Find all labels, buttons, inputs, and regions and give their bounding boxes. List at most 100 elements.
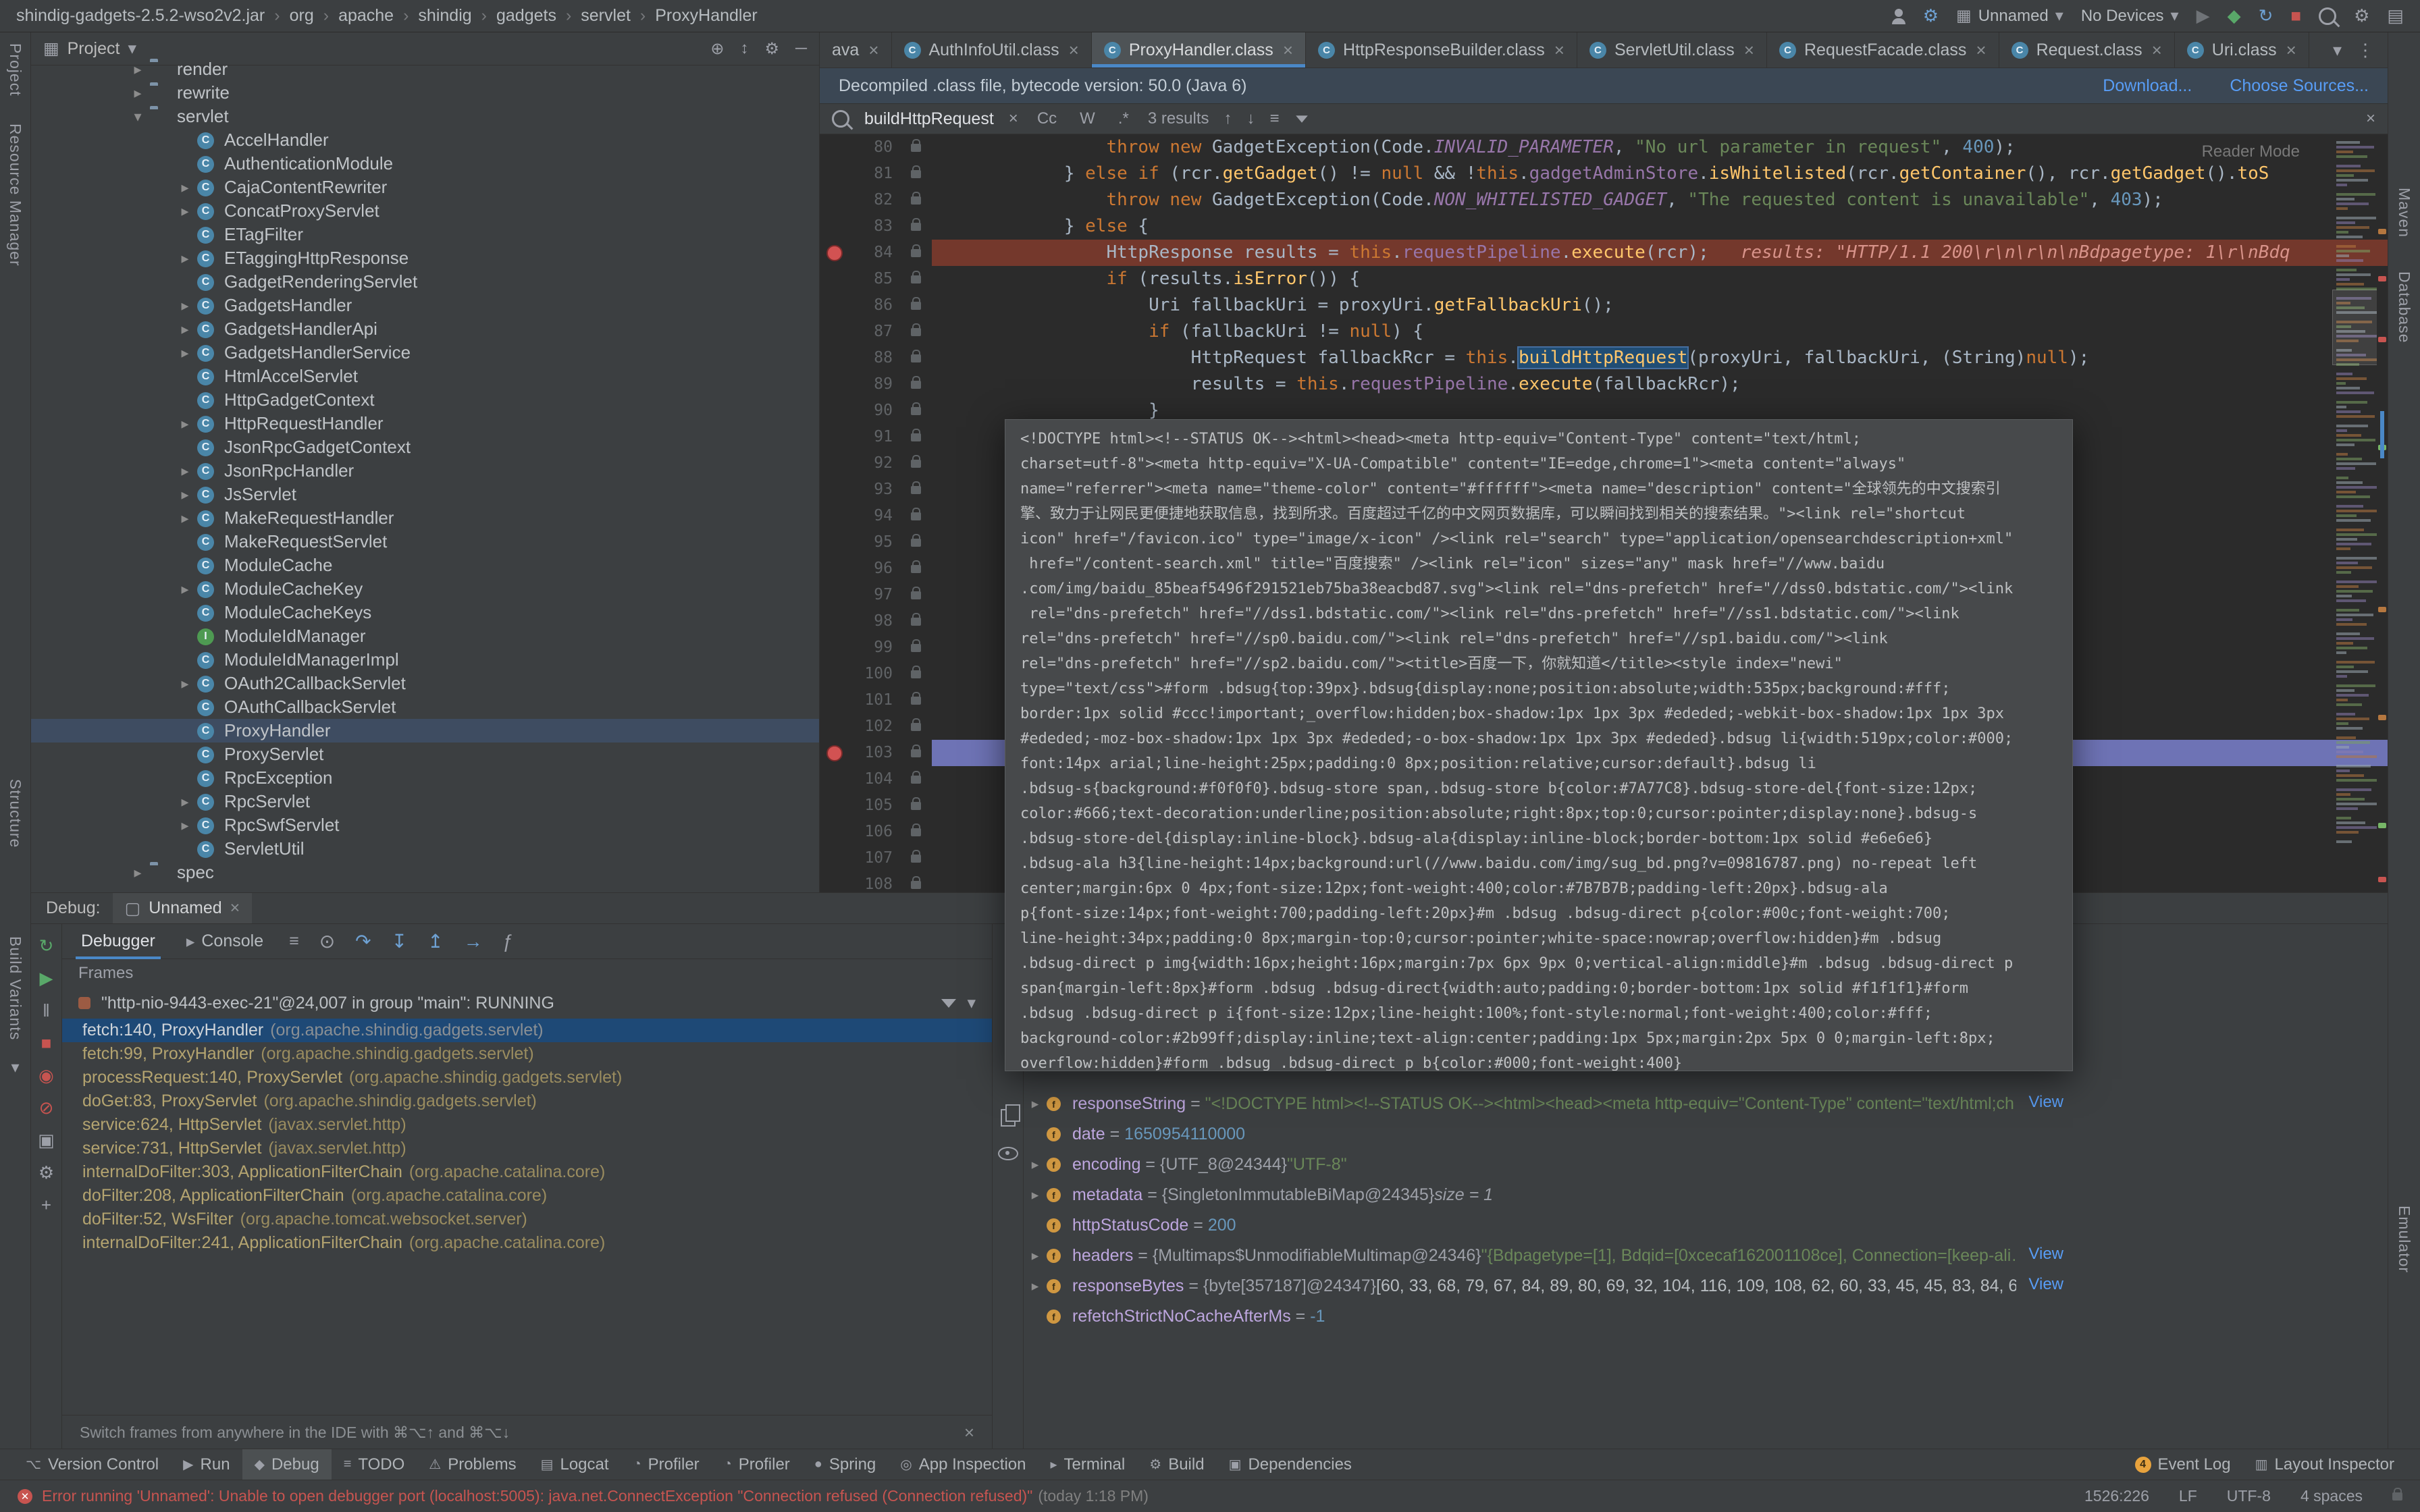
error-stripe-mark[interactable]	[2378, 229, 2386, 234]
tree-item[interactable]: ▸CJsServlet	[31, 483, 819, 506]
clear-search-icon[interactable]: ×	[1009, 109, 1018, 128]
tool-stripe-button[interactable]: Structure	[6, 779, 24, 848]
stack-frame[interactable]: service:731, HttpServlet(javax.servlet.h…	[62, 1137, 992, 1160]
breadcrumb-item[interactable]: shindig-gadgets-2.5.2-wso2v2.jar	[16, 6, 265, 26]
project-view-title[interactable]: Project	[68, 39, 120, 59]
close-tab-icon[interactable]: ×	[1283, 40, 1293, 61]
close-icon[interactable]: ×	[230, 898, 240, 918]
chevron-right-icon[interactable]: ▸	[173, 202, 197, 220]
close-hint-icon[interactable]: ×	[964, 1422, 974, 1443]
chevron-right-icon[interactable]: ▸	[126, 84, 150, 102]
step-over-icon[interactable]: ↷	[355, 930, 371, 952]
tree-item[interactable]: CHttpGadgetContext	[31, 388, 819, 412]
tree-item[interactable]: CRpcException	[31, 766, 819, 790]
mute-breakpoints-icon[interactable]: ⊘	[39, 1091, 54, 1124]
breadcrumb-item[interactable]: org	[290, 6, 314, 26]
chevron-right-icon[interactable]: ▸	[1024, 1156, 1047, 1173]
editor-tab[interactable]: CHttpResponseBuilder.class×	[1306, 32, 1577, 68]
chevron-right-icon[interactable]: ▸	[173, 793, 197, 811]
show-execution-point-icon[interactable]: ⊙	[319, 930, 335, 952]
tool-window-button-logcat[interactable]: ▤Logcat	[529, 1449, 621, 1480]
run-to-cursor-icon[interactable]: →	[464, 931, 483, 952]
chevron-right-icon[interactable]: ▸	[173, 580, 197, 598]
run-config-select[interactable]: ▦Unnamed▾	[1956, 6, 2063, 26]
variable-row[interactable]: ▸fheaders = {Multimaps$UnmodifiableMulti…	[1024, 1241, 2063, 1271]
layout-icon[interactable]: ▤	[2387, 5, 2404, 26]
error-stripe[interactable]	[2377, 134, 2388, 894]
chevron-right-icon[interactable]: ▸	[1024, 1278, 1047, 1295]
tool-stripe-button[interactable]: Maven	[2395, 188, 2413, 238]
device-select[interactable]: No Devices▾	[2081, 6, 2179, 26]
view-link[interactable]: View	[2016, 1275, 2063, 1294]
filter-icon[interactable]	[941, 999, 956, 1008]
view-link[interactable]: View	[2016, 1093, 2063, 1112]
breadcrumb-item[interactable]: servlet	[581, 6, 631, 26]
tree-item[interactable]: CModuleCache	[31, 554, 819, 577]
editor-tab[interactable]: ava×	[820, 32, 892, 68]
stack-frame[interactable]: doGet:83, ProxyServlet(org.apache.shindi…	[62, 1089, 992, 1113]
tool-stripe-button[interactable]: Database	[2395, 271, 2413, 343]
close-tab-icon[interactable]: ×	[1976, 40, 1986, 61]
error-stripe-mark[interactable]	[2378, 877, 2386, 882]
more-icon[interactable]: ⋮	[2357, 40, 2374, 61]
error-stripe-mark[interactable]	[2378, 607, 2386, 612]
tree-item[interactable]: ▸CRpcSwfServlet	[31, 813, 819, 837]
tree-item[interactable]: CHtmlAccelServlet	[31, 364, 819, 388]
next-occurrence-icon[interactable]: ↓	[1247, 109, 1255, 128]
debug-tab-debugger[interactable]: Debugger	[76, 924, 161, 959]
code-line[interactable]: 83 } else {	[820, 213, 2388, 240]
variable-row[interactable]: fdate = 1650954110000	[1024, 1119, 2063, 1150]
tree-item[interactable]: ▸CHttpRequestHandler	[31, 412, 819, 435]
chevron-down-icon[interactable]: ▾	[128, 38, 136, 59]
stack-frame[interactable]: service:624, HttpServlet(javax.servlet.h…	[62, 1113, 992, 1137]
breadcrumb-item[interactable]: gadgets	[496, 6, 556, 26]
tree-item[interactable]: COAuthCallbackServlet	[31, 695, 819, 719]
code-line[interactable]: 88 HttpRequest fallbackRcr = this.buildH…	[820, 345, 2388, 371]
stack-frame[interactable]: fetch:99, ProxyHandler(org.apache.shindi…	[62, 1042, 992, 1066]
tool-stripe-button[interactable]: Build Variants	[6, 936, 24, 1040]
stack-frame[interactable]: internalDoFilter:303, ApplicationFilterC…	[62, 1160, 992, 1184]
tool-window-button-dependencies[interactable]: ▣Dependencies	[1217, 1449, 1364, 1480]
breakpoint-icon[interactable]	[826, 245, 843, 261]
copy-icon[interactable]	[1001, 1109, 1016, 1127]
chevron-right-icon[interactable]: ▸	[173, 415, 197, 433]
tree-item[interactable]: CGadgetRenderingServlet	[31, 270, 819, 294]
caret-position[interactable]: 1526:226	[2084, 1487, 2149, 1505]
code-line[interactable]: 80 throw new GadgetException(Code.INVALI…	[820, 134, 2388, 161]
close-tab-icon[interactable]: ×	[2152, 40, 2162, 61]
stop-icon[interactable]: ■	[2290, 5, 2301, 26]
layout-settings-icon[interactable]: ≡	[289, 932, 299, 951]
close-tab-icon[interactable]: ×	[1554, 40, 1564, 61]
minimap-viewport[interactable]	[2332, 290, 2377, 365]
search-icon[interactable]	[2319, 7, 2336, 25]
stack-frame[interactable]: processRequest:140, ProxyServlet(org.apa…	[62, 1066, 992, 1089]
tree-item[interactable]: CJsonRpcGadgetContext	[31, 435, 819, 459]
tool-window-button-event-log[interactable]: 4Event Log	[2123, 1449, 2243, 1480]
variable-row[interactable]: ▸fresponseBytes = {byte[357187]@24347} […	[1024, 1271, 2063, 1301]
chevron-right-icon[interactable]: ▸	[173, 486, 197, 504]
run-icon[interactable]: ▶	[2197, 5, 2210, 26]
whole-words-toggle[interactable]: W	[1076, 109, 1099, 128]
user-icon[interactable]	[1892, 18, 1905, 24]
line-ending-indicator[interactable]: LF	[2179, 1487, 2197, 1505]
close-search-icon[interactable]: ×	[2366, 109, 2375, 128]
editor-tab[interactable]: CProxyHandler.class×	[1092, 32, 1306, 68]
tool-window-button-run[interactable]: ▶Run	[171, 1449, 242, 1480]
bookmarks-icon[interactable]: ▾	[11, 1058, 19, 1077]
chevron-right-icon[interactable]: ▸	[1024, 1247, 1047, 1264]
chevron-right-icon[interactable]: ▸	[173, 462, 197, 480]
tree-item[interactable]: ▸CJsonRpcHandler	[31, 459, 819, 483]
tool-window-button-debug[interactable]: ◆Debug	[242, 1449, 332, 1480]
breadcrumb-item[interactable]: ProxyHandler	[655, 6, 757, 26]
stack-frame[interactable]: doFilter:208, ApplicationFilterChain(org…	[62, 1184, 992, 1208]
tree-item[interactable]: ▸spec	[31, 861, 819, 884]
error-stripe-mark[interactable]	[2378, 337, 2386, 342]
tree-item[interactable]: CAccelHandler	[31, 128, 819, 152]
close-tab-icon[interactable]: ×	[1744, 40, 1754, 61]
lock-icon[interactable]	[2392, 1492, 2402, 1501]
status-error-message[interactable]: Error running 'Unnamed': Unable to open …	[42, 1487, 1032, 1505]
variable-row[interactable]: frefetchStrictNoCacheAfterMs = -1	[1024, 1301, 2063, 1332]
breadcrumb-item[interactable]: shindig	[418, 6, 471, 26]
tree-item[interactable]: IModuleIdManager	[31, 624, 819, 648]
code-line[interactable]: 85 if (results.isError()) {	[820, 266, 2388, 292]
